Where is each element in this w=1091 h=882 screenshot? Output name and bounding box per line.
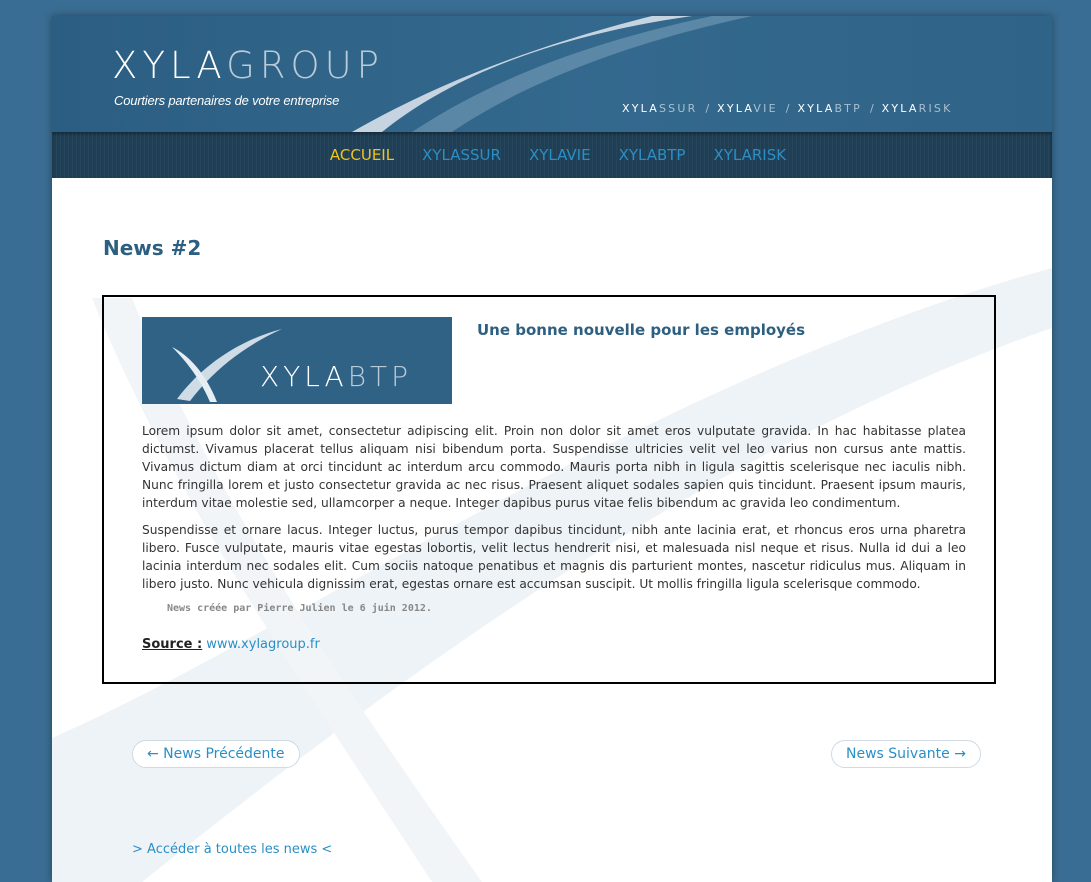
brand-link-xylabtp[interactable]: XYLABTP <box>797 102 861 115</box>
source-label: Source : <box>142 637 203 652</box>
page-title: News #2 <box>103 236 202 260</box>
nav-item-xylassur[interactable]: XYLASSUR <box>422 146 501 164</box>
article-image-text: XYLABTP <box>260 360 413 393</box>
nav-item-xylabtp[interactable]: XYLABTP <box>619 146 686 164</box>
nav-item-xylarisk[interactable]: XYLARISK <box>713 146 786 164</box>
article-paragraph: Lorem ipsum dolor sit amet, consectetur … <box>142 424 966 510</box>
article-meta: News créée par Pierre Julien le 6 juin 2… <box>167 603 432 614</box>
site-logo[interactable]: XYLAGROUP <box>112 44 384 87</box>
main-nav: ACCUEIL XYLASSUR XYLAVIE XYLABTP XYLARIS… <box>52 132 1052 178</box>
brand-link-xylassur[interactable]: XYLASSUR <box>622 102 697 115</box>
brand-links: XYLASSUR / XYLAVIE / XYLABTP / XYLARISK <box>622 102 953 115</box>
separator: / <box>869 102 874 115</box>
site-tagline: Courtiers partenaires de votre entrepris… <box>114 93 340 108</box>
all-news-link[interactable]: > Accéder à toutes les news < <box>132 842 332 857</box>
logo-text-bold: XYLA <box>112 44 227 87</box>
next-news-button[interactable]: News Suivante → <box>831 740 981 768</box>
page-container: XYLAGROUP Courtiers partenaires de votre… <box>52 16 1052 882</box>
site-header: XYLAGROUP Courtiers partenaires de votre… <box>52 16 1052 132</box>
article-source: Source : www.xylagroup.fr <box>142 637 320 652</box>
news-article: XYLABTP Une bonne nouvelle pour les empl… <box>102 295 996 684</box>
separator: / <box>705 102 710 115</box>
article-body: Lorem ipsum dolor sit amet, consectetur … <box>142 422 966 602</box>
article-image-xylabtp: XYLABTP <box>142 317 452 404</box>
article-title: Une bonne nouvelle pour les employés <box>477 321 806 339</box>
brand-link-xylarisk[interactable]: XYLARISK <box>882 102 953 115</box>
logo-text-light: GROUP <box>226 44 384 87</box>
brand-link-xylavie[interactable]: XYLAVIE <box>717 102 778 115</box>
article-paragraph: Suspendisse et ornare lacus. Integer luc… <box>142 523 966 591</box>
previous-news-button[interactable]: ← News Précédente <box>132 740 300 768</box>
separator: / <box>785 102 790 115</box>
source-link[interactable]: www.xylagroup.fr <box>206 637 320 652</box>
nav-item-accueil[interactable]: ACCUEIL <box>330 146 394 164</box>
nav-item-xylavie[interactable]: XYLAVIE <box>529 146 591 164</box>
